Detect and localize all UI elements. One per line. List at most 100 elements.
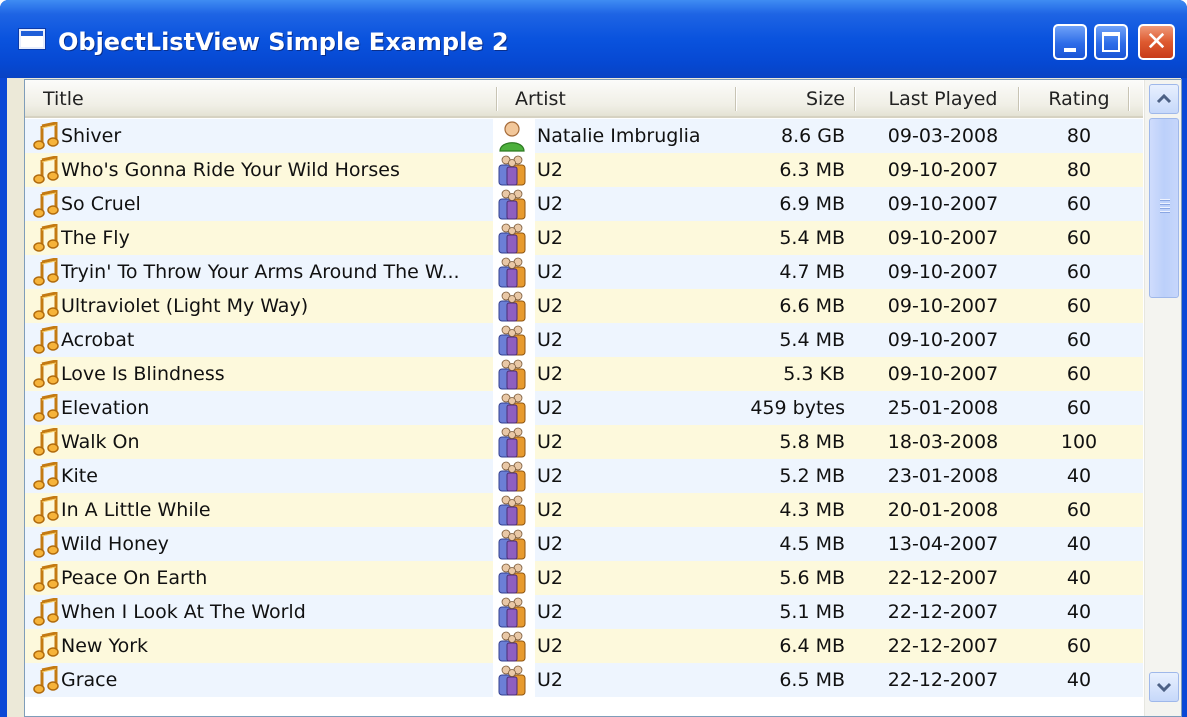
cell-rating: 60 [1066,227,1092,249]
list-row[interactable]: When I Look At The World U2 5.1 MB 22-12-20… [25,595,1143,629]
close-icon: ✕ [1145,27,1168,57]
music-note-icon [33,224,59,252]
cell-title: Peace On Earth [61,567,208,589]
cell-last-played: 22-12-2007 [887,567,999,589]
cell-artist: U2 [537,261,563,283]
group-icon [498,427,526,458]
title-bar[interactable]: ObjectListView Simple Example 2 ✕ [0,0,1187,78]
column-divider[interactable] [1018,87,1020,111]
cell-last-played: 23-01-2008 [887,465,999,487]
cell-rating: 60 [1066,635,1092,657]
music-note-icon [33,360,59,388]
cell-last-played: 09-10-2007 [887,329,999,351]
window-app-icon[interactable] [19,29,45,49]
cell-rating: 80 [1066,125,1092,147]
cell-artist: U2 [537,227,563,249]
list-row[interactable]: Tryin' To Throw Your Arms Around The W..… [25,255,1143,289]
list-row[interactable]: Acrobat U2 5.4 MB 09-10-2007 60 [25,323,1143,357]
cell-title: Shiver [61,125,122,147]
column-header-size[interactable]: Size [739,80,845,116]
object-list-view[interactable]: Title Artist Size Last Played Rating Shi… [24,79,1182,717]
cell-size: 4.5 MB [779,533,845,555]
cell-last-played: 22-12-2007 [887,669,999,691]
group-icon [498,631,526,662]
column-divider[interactable] [854,87,856,111]
group-icon [498,291,526,322]
close-button[interactable]: ✕ [1138,24,1175,60]
cell-size: 4.3 MB [779,499,845,521]
scroll-up-button[interactable] [1149,84,1179,114]
list-row[interactable]: Wild Honey U2 4.5 MB 13-04-2007 40 [25,527,1143,561]
cell-rating: 60 [1066,499,1092,521]
music-note-icon [33,530,59,558]
column-header-rating[interactable]: Rating [1029,80,1129,116]
cell-rating: 60 [1066,363,1092,385]
list-row[interactable]: Kite U2 5.2 MB 23-01-2008 40 [25,459,1143,493]
list-row[interactable]: Shiver Natalie Imbruglia 8.6 GB 09-03-2008 8… [25,119,1143,153]
column-divider[interactable] [496,87,498,111]
column-header-artist[interactable]: Artist [515,80,715,116]
scroll-thumb-grip [1160,207,1170,209]
cell-size: 5.4 MB [779,227,845,249]
cell-rating: 60 [1066,397,1092,419]
cell-title: Acrobat [61,329,135,351]
chevron-up-icon [1156,93,1172,104]
cell-title: The Fly [61,227,130,249]
group-icon [498,529,526,560]
scroll-down-button[interactable] [1149,672,1179,702]
cell-last-played: 25-01-2008 [887,397,999,419]
column-header-title[interactable]: Title [43,80,483,116]
cell-last-played: 20-01-2008 [887,499,999,521]
cell-title: Ultraviolet (Light My Way) [61,295,309,317]
cell-rating: 60 [1066,261,1092,283]
cell-rating: 60 [1066,295,1092,317]
music-note-icon [33,496,59,524]
cell-title: Elevation [61,397,150,419]
cell-last-played: 09-03-2008 [887,125,999,147]
list-row[interactable]: In A Little While U2 4.3 MB 20-01-2008 60 [25,493,1143,527]
music-note-icon [33,190,59,218]
list-row[interactable]: Love Is Blindness U2 5.3 KB 09-10-2007 60 [25,357,1143,391]
cell-rating: 80 [1066,159,1092,181]
column-header-last-played[interactable]: Last Played [863,80,1023,116]
scroll-thumb[interactable] [1149,118,1179,298]
cell-last-played: 22-12-2007 [887,601,999,623]
cell-artist: U2 [537,533,563,555]
cell-last-played: 09-10-2007 [887,193,999,215]
column-divider[interactable] [735,87,737,111]
list-row[interactable]: So Cruel U2 6.9 MB 09-10-2007 60 [25,187,1143,221]
list-row[interactable]: Who's Gonna Ride Your Wild Horses U2 6.3 M… [25,153,1143,187]
vertical-scrollbar[interactable] [1144,80,1181,716]
column-divider[interactable] [1128,87,1130,111]
cell-title: Tryin' To Throw Your Arms Around The W..… [61,261,460,283]
list-row[interactable]: Grace U2 6.5 MB 22-12-2007 40 [25,663,1143,697]
maximize-button[interactable] [1094,24,1128,60]
music-note-icon [33,666,59,694]
cell-rating: 100 [1060,431,1098,453]
minimize-button[interactable] [1053,24,1087,60]
cell-size: 459 bytes [750,397,845,419]
cell-artist: Natalie Imbruglia [537,125,701,147]
cell-size: 5.4 MB [779,329,845,351]
music-note-icon [33,564,59,592]
list-row[interactable]: Ultraviolet (Light My Way) U2 6.6 MB 09-10-… [25,289,1143,323]
music-note-icon [33,632,59,660]
cell-last-played: 09-10-2007 [887,227,999,249]
list-row[interactable]: Elevation U2 459 bytes 25-01-2008 60 [25,391,1143,425]
list-row[interactable]: Walk On U2 5.8 MB 18-03-2008 100 [25,425,1143,459]
list-row[interactable]: Peace On Earth U2 5.6 MB 22-12-2007 40 [25,561,1143,595]
music-note-icon [33,258,59,286]
cell-last-played: 09-10-2007 [887,363,999,385]
cell-artist: U2 [537,465,563,487]
cell-size: 6.5 MB [779,669,845,691]
group-icon [498,563,526,594]
list-row[interactable]: New York U2 6.4 MB 22-12-2007 60 [25,629,1143,663]
cell-size: 8.6 GB [780,125,845,147]
cell-size: 6.3 MB [779,159,845,181]
cell-title: So Cruel [61,193,141,215]
chevron-down-icon [1156,682,1172,693]
app-window: ObjectListView Simple Example 2 ✕ Title … [0,0,1187,717]
list-row[interactable]: The Fly U2 5.4 MB 09-10-2007 60 [25,221,1143,255]
cell-size: 4.7 MB [779,261,845,283]
cell-size: 6.6 MB [779,295,845,317]
